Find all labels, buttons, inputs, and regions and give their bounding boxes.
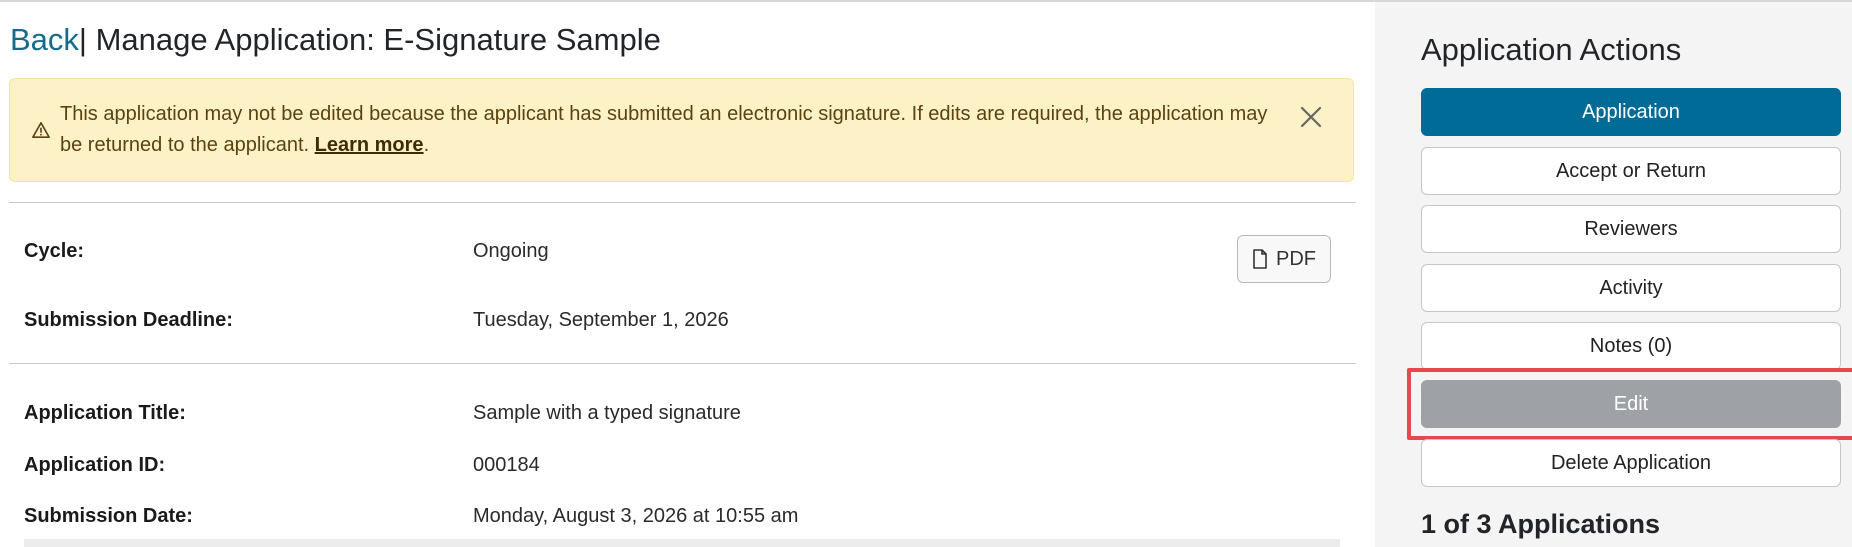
title-separator: | bbox=[78, 22, 87, 57]
application-id-value: 000184 bbox=[473, 454, 540, 476]
application-title-label: Application Title: bbox=[24, 402, 186, 424]
alert-message: This application may not be edited becau… bbox=[60, 99, 1290, 161]
back-link[interactable]: Back bbox=[10, 22, 79, 57]
edit-highlight-box bbox=[1407, 368, 1852, 440]
notes-button[interactable]: Notes (0) bbox=[1421, 322, 1841, 370]
main-content: Back| Manage Application: E-Signature Sa… bbox=[0, 2, 1375, 547]
pdf-button-label: PDF bbox=[1276, 247, 1316, 270]
submission-date-label: Submission Date: bbox=[24, 505, 193, 527]
warning-triangle-icon bbox=[32, 121, 50, 139]
learn-more-link[interactable]: Learn more bbox=[315, 134, 424, 156]
divider bbox=[9, 363, 1356, 364]
delete-application-button[interactable]: Delete Application bbox=[1421, 439, 1841, 487]
activity-button[interactable]: Activity bbox=[1421, 264, 1841, 312]
application-title-value: Sample with a typed signature bbox=[473, 402, 741, 424]
submission-date-value: Monday, August 3, 2026 at 10:55 am bbox=[473, 505, 799, 527]
application-count: 1 of 3 Applications bbox=[1421, 509, 1661, 539]
application-id-label: Application ID: bbox=[24, 454, 166, 476]
page-header: Back| Manage Application: E-Signature Sa… bbox=[10, 20, 661, 60]
page: Back| Manage Application: E-Signature Sa… bbox=[0, 0, 1852, 547]
pdf-button[interactable]: PDF bbox=[1237, 235, 1331, 283]
deadline-value: Tuesday, September 1, 2026 bbox=[473, 309, 729, 331]
alert-text: This application may not be edited becau… bbox=[60, 103, 1268, 156]
sidebar-title: Application Actions bbox=[1421, 32, 1682, 67]
section-strip bbox=[24, 539, 1340, 547]
page-title: Manage Application: E-Signature Sample bbox=[95, 22, 661, 57]
close-icon[interactable] bbox=[1297, 103, 1325, 131]
accept-or-return-button[interactable]: Accept or Return bbox=[1421, 147, 1841, 195]
signature-alert: This application may not be edited becau… bbox=[9, 78, 1354, 182]
cycle-label: Cycle: bbox=[24, 240, 85, 262]
reviewers-button[interactable]: Reviewers bbox=[1421, 205, 1841, 253]
actions-sidebar: Application Actions Application Accept o… bbox=[1375, 2, 1852, 547]
file-icon bbox=[1253, 249, 1267, 269]
deadline-label: Submission Deadline: bbox=[24, 309, 233, 331]
cycle-value: Ongoing bbox=[473, 240, 549, 262]
alert-link-suffix: . bbox=[423, 134, 430, 156]
application-button[interactable]: Application bbox=[1421, 88, 1841, 136]
divider bbox=[9, 202, 1356, 203]
